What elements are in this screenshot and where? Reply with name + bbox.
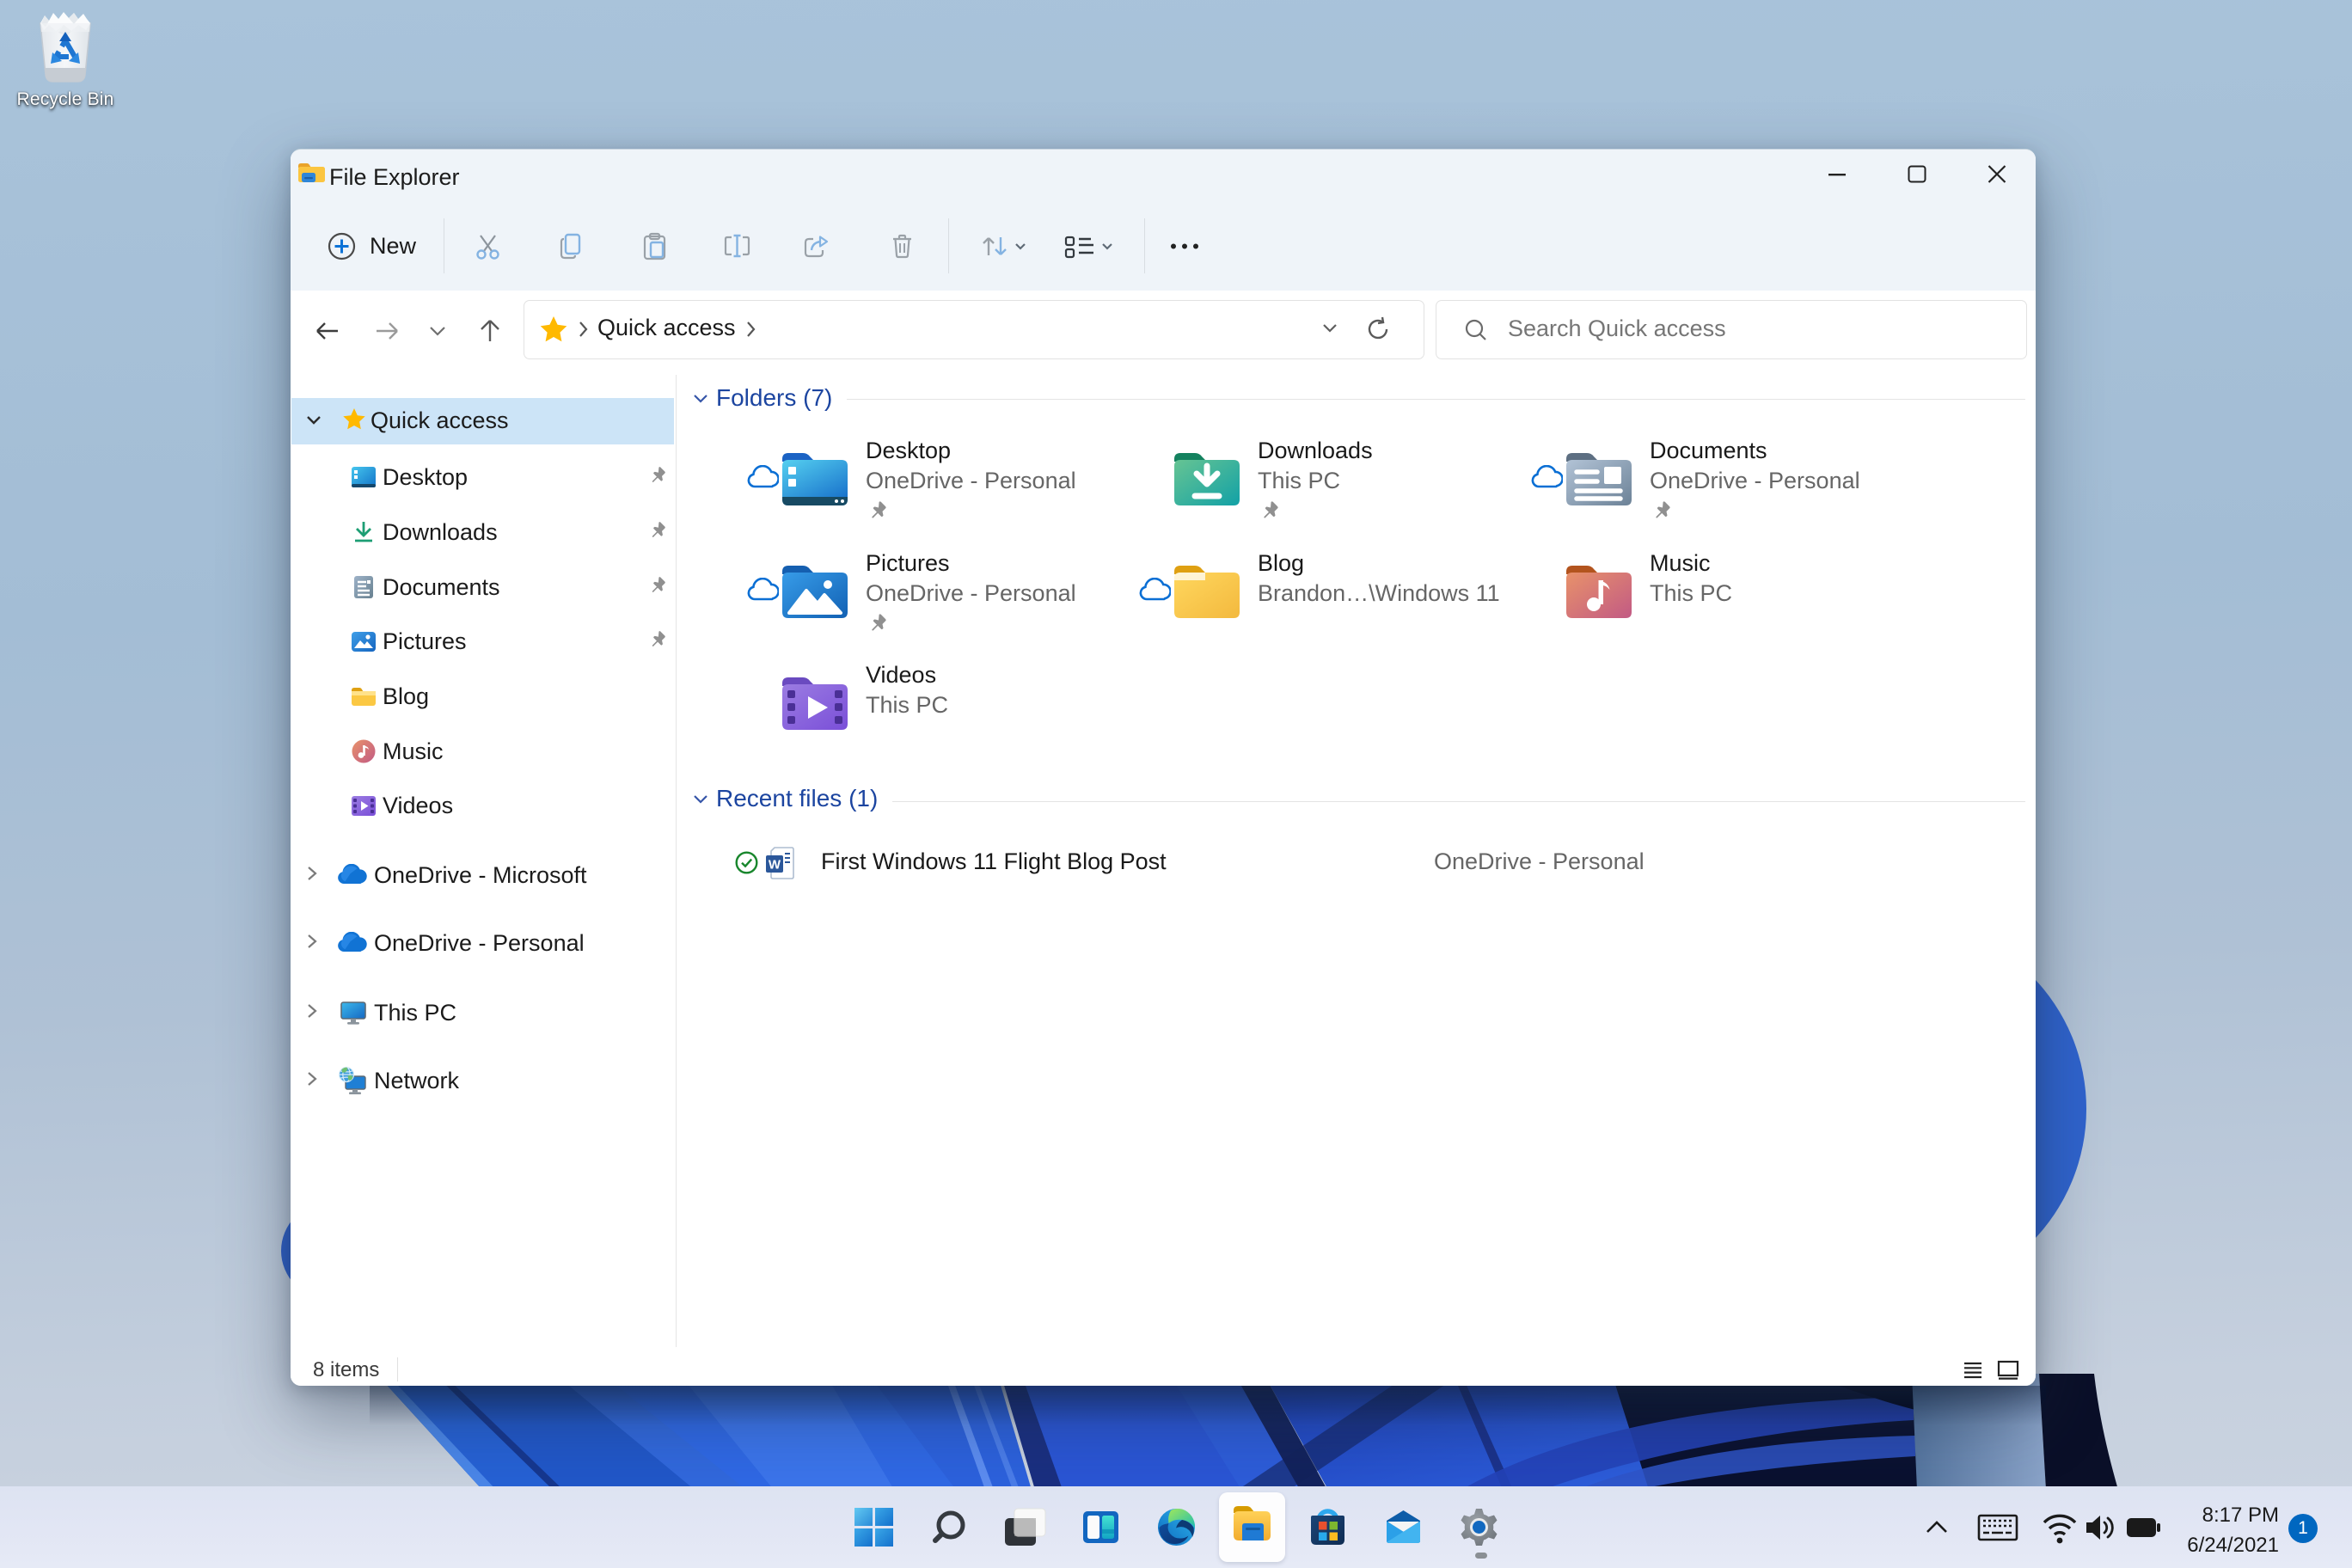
svg-text:W: W bbox=[769, 858, 781, 873]
